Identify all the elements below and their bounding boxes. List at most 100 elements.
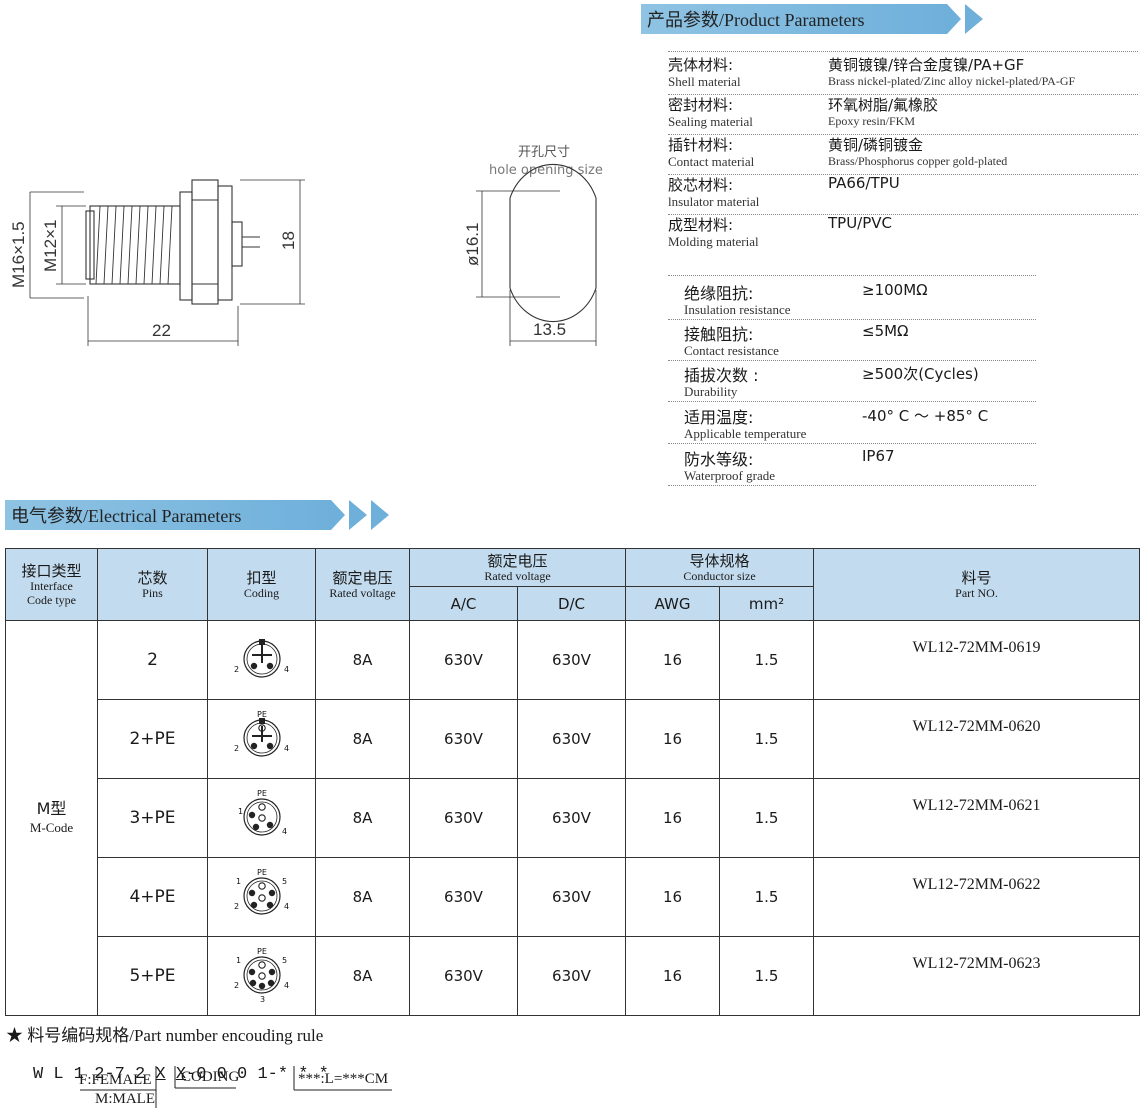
svg-text:5: 5 [282, 956, 287, 965]
mm2-cell: 1.5 [718, 778, 815, 858]
spec-label-cn: 接触阻抗: [684, 325, 754, 344]
svg-text:2: 2 [234, 981, 239, 990]
electrical-parameters-title: 电气参数/Electrical Parameters [11, 506, 242, 526]
ac-voltage-cell: 630V [409, 699, 518, 779]
svg-text:4: 4 [284, 981, 289, 990]
interface-en: M-Code [29, 820, 74, 835]
param-value-en: Epoxy resin/FKM [828, 114, 915, 128]
table-row: 2+PE PE 2 4 8A 630V 630V 16 1.5 WL12-72MM-0620 [6, 699, 1141, 779]
divider [668, 51, 1138, 52]
header-voltage: 额定电压 Rated voltage [409, 548, 626, 587]
current-cell: 8A [315, 936, 410, 1016]
param-value-cn: 黄铜/磷铜镀金 [828, 136, 924, 154]
spec-value: ≥500次(Cycles) [862, 365, 979, 383]
dim-18: 18 [279, 231, 298, 250]
spec-value: ≥100MΩ [862, 281, 928, 299]
connector-side-drawing: M16×1.5 M12×1 22 18 [9, 179, 305, 346]
spec-row: 接触阻抗: Contact resistance ≤5MΩ [668, 319, 1036, 361]
interface-cn: M型 [36, 799, 67, 818]
pins-cell: 4+PE [97, 857, 208, 937]
hole-opening-drawing: 开孔尺寸 hole opening size ø16.1 13.5 [463, 145, 603, 346]
awg-cell: 16 [625, 936, 720, 1016]
hole-size-cn: 开孔尺寸 [518, 145, 570, 160]
coding-cell: PE 1 4 [207, 778, 316, 858]
dim-m16: M16×1.5 [9, 221, 28, 288]
header-awg: AWG [625, 586, 720, 621]
coding-diagram-icon: PE 1 5 2 4 [234, 868, 289, 915]
param-label-cn: 胶芯材料: [668, 176, 734, 194]
ac-voltage-cell: 630V [409, 936, 518, 1016]
electrical-table: 接口类型 Interface Code type 芯数 Pins 扣型 Coding 额… [5, 548, 1141, 1016]
chevron-right-icon [349, 500, 367, 530]
ac-voltage-cell: 630V [409, 620, 518, 700]
header-ac: A/C [409, 586, 518, 621]
dim-13-5: 13.5 [533, 320, 566, 339]
param-label-en: Molding material [668, 234, 759, 249]
dc-voltage-cell: 630V [517, 620, 626, 700]
coding-cell: PE 1 5 2 4 3 [207, 936, 316, 1016]
rule-male: M:MALE [95, 1091, 155, 1107]
param-value-cn: TPU/PVC [828, 214, 893, 232]
pins-cell: 5+PE [97, 936, 208, 1016]
param-label-en: Contact material [668, 154, 755, 169]
coding-diagram-icon: PE 1 5 2 4 3 [234, 947, 289, 1004]
header-mm2: mm² [718, 586, 815, 621]
product-param-row: 壳体材料: Shell material 黄铜镀镍/锌合金度镍/PA+GF Brass… [668, 54, 1138, 95]
mm2-cell: 1.5 [718, 620, 815, 700]
table-row: M型 M-Code 2 2 4 8A 630V 630V 16 1.5 WL12-72MM-0619 [5, 620, 1141, 1016]
part-number-cell: WL12-72MM-0622 [813, 857, 1141, 937]
svg-text:2: 2 [234, 744, 239, 753]
product-param-row: 插针材料: Contact material 黄铜/磷铜镀金 Brass/Phosph… [668, 134, 1138, 175]
table-row: 5+PE PE 1 5 2 4 3 8A 630V 630V 16 1.5 WL12-72MM-0623 [6, 936, 1141, 1016]
part-number-cell: WL12-72MM-0620 [813, 699, 1141, 779]
spec-label-cn: 插拔次数 : [684, 366, 759, 385]
header-pins: 芯数 Pins [97, 548, 208, 621]
spec-value: ≤5MΩ [862, 322, 909, 340]
dim-22: 22 [152, 321, 171, 340]
mm2-cell: 1.5 [718, 699, 815, 779]
header-conductor: 导体规格 Conductor size [624, 548, 815, 587]
part-rule-title: ★ 料号编码规格/Part number encouding rule [6, 1026, 324, 1045]
param-label-cn: 插针材料: [668, 136, 734, 154]
param-value-en: Brass/Phosphorus copper gold-plated [828, 154, 1008, 168]
svg-text:4: 4 [284, 744, 289, 753]
part-number-cell: WL12-72MM-0623 [813, 936, 1141, 1016]
dc-voltage-cell: 630V [517, 936, 626, 1016]
svg-text:1: 1 [236, 877, 241, 886]
awg-cell: 16 [625, 699, 720, 779]
divider [668, 275, 1036, 276]
coding-cell: PE 1 5 2 4 [207, 857, 316, 937]
product-param-row: 密封材料: Sealing material 环氧树脂/氟橡胶 Epoxy resin… [668, 94, 1138, 135]
mm2-cell: 1.5 [718, 936, 815, 1016]
spec-label-en: Insulation resistance [684, 302, 791, 317]
current-cell: 8A [315, 699, 410, 779]
coding-diagram-icon: PE 2 4 [234, 710, 289, 757]
electrical-parameters-banner: 电气参数/Electrical Parameters [5, 500, 389, 530]
pins-cell: 3+PE [97, 778, 208, 858]
header-dc: D/C [517, 586, 626, 621]
rule-coding: CODING [181, 1069, 240, 1085]
product-parameters-banner: 产品参数/Product Parameters [641, 4, 983, 34]
product-param-row: 成型材料: Molding material TPU/PVC [668, 214, 1138, 254]
coding-cell: 24 [207, 620, 316, 700]
pins-cell: 2+PE [97, 699, 208, 779]
svg-text:PE: PE [257, 789, 267, 798]
svg-text:PE: PE [257, 868, 267, 877]
svg-text:4: 4 [284, 902, 289, 911]
spec-row: 适用温度: Applicable temperature -40° C ～ +85°… [668, 402, 1036, 444]
param-label-cn: 密封材料: [668, 96, 734, 114]
param-value-en: Brass nickel-plated/Zinc alloy nickel-pl… [828, 74, 1076, 88]
coding-diagram-icon: PE 1 4 [238, 789, 287, 836]
svg-text:5: 5 [282, 877, 287, 886]
param-value-cn: PA66/TPU [828, 174, 900, 192]
product-param-row: 胶芯材料: lnsulator material PA66/TPU [668, 174, 1138, 215]
ac-voltage-cell: 630V [409, 857, 518, 937]
spec-label-cn: 适用温度: [684, 408, 754, 427]
param-label-cn: 壳体材料: [668, 56, 734, 74]
header-current: 额定电压 Rated voltage [315, 548, 410, 621]
svg-text:2: 2 [234, 665, 239, 674]
svg-text:PE: PE [257, 947, 267, 956]
spec-label-en: Contact resistance [684, 343, 779, 358]
current-cell: 8A [315, 620, 410, 700]
param-label-cn: 成型材料: [668, 216, 734, 234]
